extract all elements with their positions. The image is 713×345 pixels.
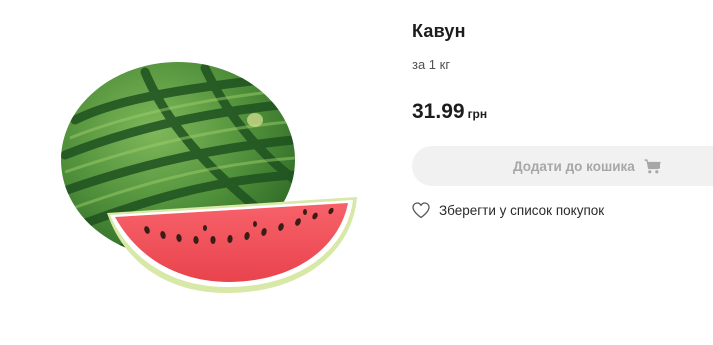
watermelon-illustration — [61, 62, 357, 294]
product-unit: за 1 кг — [412, 57, 451, 72]
save-to-list-link[interactable]: Зберегти у список покупок — [412, 202, 604, 219]
product-price: 31.99 грн — [412, 100, 487, 124]
product-image — [55, 60, 365, 300]
cart-icon — [644, 158, 661, 173]
product-info: Кавун за 1 кг 31.99 грн Додати до кошика … — [412, 0, 713, 345]
product-title: Кавун — [412, 21, 466, 41]
price-currency: грн — [467, 107, 488, 121]
heart-icon — [412, 202, 430, 219]
price-value: 31.99 — [412, 100, 465, 123]
save-to-list-label: Зберегти у список покупок — [439, 203, 605, 218]
add-to-cart-label: Додати до кошика — [513, 158, 635, 174]
add-to-cart-button[interactable]: Додати до кошика — [412, 146, 713, 186]
